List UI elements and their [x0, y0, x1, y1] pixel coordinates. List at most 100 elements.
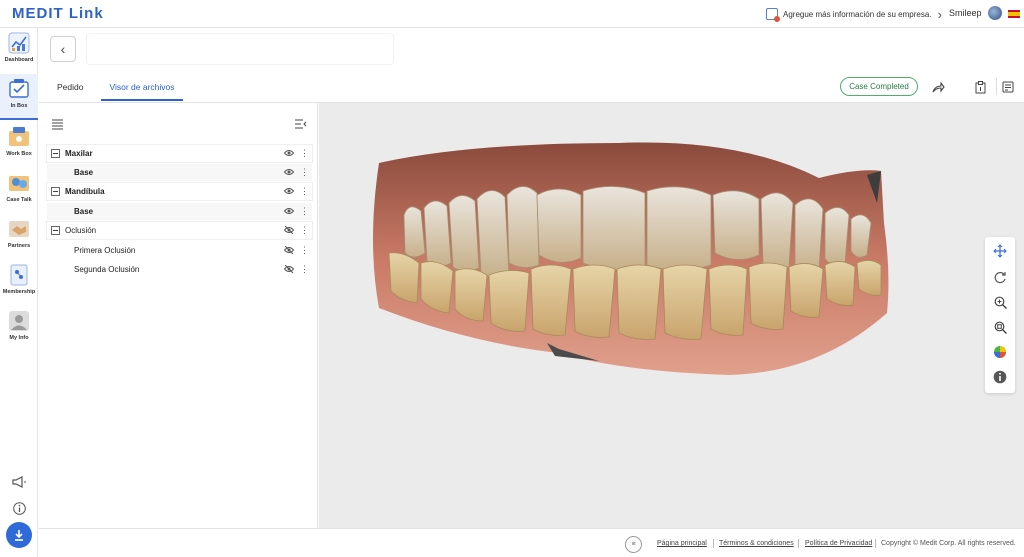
- app-logo[interactable]: MEDIT Link: [12, 5, 104, 22]
- avatar: [987, 6, 1002, 20]
- workbox-icon: [9, 127, 29, 146]
- tab-pedido[interactable]: Pedido: [49, 80, 83, 101]
- more-options-icon[interactable]: ⋮: [300, 244, 309, 256]
- nav-label: Work Box: [6, 151, 32, 157]
- tree-row-oclusion[interactable]: Oclusión ⋮: [47, 222, 312, 239]
- megaphone-icon[interactable]: [9, 472, 29, 492]
- rotate-icon[interactable]: [992, 269, 1008, 285]
- nav-item-casetalk[interactable]: Case Talk: [0, 168, 38, 212]
- info-icon[interactable]: [992, 369, 1008, 385]
- tree-row-label: Oclusión: [65, 226, 97, 235]
- move-icon[interactable]: [992, 243, 1008, 259]
- case-header: ‹ Pedido Visor de archivos Case Complete…: [39, 28, 1024, 103]
- tree-row-label: Primera Oclusión: [74, 246, 136, 255]
- membership-icon: [10, 264, 28, 286]
- more-options-icon[interactable]: ⋮: [300, 166, 309, 178]
- download-icon: [15, 530, 23, 541]
- nav-label: Membership: [2, 289, 36, 295]
- tab-bar: Pedido Visor de archivos: [49, 80, 183, 103]
- nav-item-workbox[interactable]: Work Box: [0, 122, 38, 166]
- company-info-text: Agregue más información de su empresa.: [783, 9, 932, 19]
- footer: ≡ Página principal Términos & condicione…: [39, 528, 1024, 557]
- tree-row-maxilar[interactable]: Maxilar ⋮: [47, 145, 312, 162]
- copyright-text: Copyright © Medit Corp. All rights reser…: [881, 540, 1016, 547]
- case-status-button[interactable]: Case Completed: [840, 77, 918, 96]
- viewer-toolbar: [985, 237, 1015, 393]
- tree-row-label: Base: [74, 207, 94, 216]
- nav-item-membership[interactable]: Membership: [0, 260, 38, 304]
- more-options-icon[interactable]: ⋮: [300, 224, 309, 236]
- tree-row-label: Mandíbula: [65, 187, 105, 196]
- user-name: Smileep: [949, 8, 982, 18]
- download-button[interactable]: [6, 522, 32, 548]
- user-menu[interactable]: Smileep: [949, 6, 1002, 20]
- tree-row-mandibula-base[interactable]: Base ⋮: [47, 203, 312, 220]
- case-title-field: [87, 34, 393, 64]
- collapse-toggle-icon[interactable]: [51, 149, 60, 158]
- note-icon[interactable]: [1001, 80, 1015, 94]
- eye-icon[interactable]: [284, 168, 294, 176]
- nav-label: Case Talk: [6, 197, 32, 203]
- eye-icon[interactable]: [284, 149, 294, 157]
- nav-label: In Box: [10, 103, 28, 109]
- myinfo-icon: [9, 311, 29, 331]
- medit-badge-icon: ≡: [625, 536, 642, 553]
- tree-row-label: Base: [74, 168, 94, 177]
- divider: [713, 539, 714, 548]
- nav-item-myinfo[interactable]: My Info: [0, 306, 38, 350]
- info-icon[interactable]: [9, 498, 29, 518]
- nav-label: Dashboard: [4, 57, 34, 63]
- tree-row-segunda-oclusion[interactable]: Segunda Oclusión ⋮: [47, 261, 312, 278]
- casetalk-icon: [9, 176, 29, 191]
- file-tree-panel: Maxilar ⋮ Base ⋮ Mandíbula ⋮ Base ⋮ Oclu…: [39, 103, 318, 528]
- color-map-icon[interactable]: [992, 344, 1008, 360]
- eye-off-icon[interactable]: [284, 246, 294, 254]
- eye-icon[interactable]: [284, 207, 294, 215]
- tree-row-mandibula[interactable]: Mandíbula ⋮: [47, 183, 312, 200]
- zoom-in-icon[interactable]: [992, 294, 1008, 310]
- collapse-toggle-icon[interactable]: [51, 226, 60, 235]
- more-options-icon[interactable]: ⋮: [300, 205, 309, 217]
- tab-visor-de-archivos[interactable]: Visor de archivos: [101, 80, 183, 101]
- divider: [798, 539, 799, 548]
- divider: [996, 78, 997, 95]
- divider: [875, 539, 876, 548]
- dashboard-icon: [8, 32, 30, 54]
- chevron-right-icon: ›: [937, 6, 942, 22]
- footer-link-home[interactable]: Página principal: [657, 540, 707, 547]
- tree-row-maxilar-base[interactable]: Base ⋮: [47, 164, 312, 181]
- tree-row-label: Maxilar: [65, 149, 93, 158]
- more-options-icon[interactable]: ⋮: [300, 185, 309, 197]
- nav-item-partners[interactable]: Partners: [0, 214, 38, 258]
- language-flag-icon[interactable]: [1008, 10, 1020, 18]
- tree-row-primera-oclusion[interactable]: Primera Oclusión ⋮: [47, 242, 312, 259]
- clipboard-icon[interactable]: [973, 80, 987, 94]
- footer-link-terms[interactable]: Términos & condiciones: [719, 540, 794, 547]
- nav-label: My Info: [9, 335, 29, 341]
- dental-scan-model[interactable]: [319, 103, 1024, 528]
- 3d-viewport[interactable]: [319, 103, 1024, 528]
- zoom-fit-icon[interactable]: [992, 319, 1008, 335]
- eye-off-icon[interactable]: [284, 265, 294, 273]
- back-button[interactable]: ‹: [50, 36, 76, 62]
- nav-item-dashboard[interactable]: Dashboard: [0, 28, 38, 72]
- nav-label: Partners: [7, 243, 31, 249]
- list-view-icon[interactable]: [51, 118, 63, 130]
- collapse-panel-icon[interactable]: [295, 118, 307, 130]
- company-info-notice[interactable]: Agregue más información de su empresa. ›: [766, 4, 942, 24]
- more-options-icon[interactable]: ⋮: [300, 147, 309, 159]
- nav-item-inbox[interactable]: In Box: [0, 74, 38, 120]
- side-nav: Dashboard In Box Work Box Case Talk Part…: [0, 28, 38, 557]
- eye-off-icon[interactable]: [284, 226, 294, 234]
- top-bar: MEDIT Link Agregue más información de su…: [0, 0, 1024, 28]
- collapse-toggle-icon[interactable]: [51, 187, 60, 196]
- chevron-left-icon: ‹: [60, 41, 66, 57]
- more-options-icon[interactable]: ⋮: [300, 263, 309, 275]
- inbox-icon: [9, 79, 29, 98]
- tree-row-label: Segunda Oclusión: [74, 265, 140, 274]
- partners-icon: [9, 221, 29, 237]
- share-icon[interactable]: [931, 80, 945, 94]
- company-info-icon: [766, 8, 780, 22]
- footer-link-privacy[interactable]: Política de Privacidad: [805, 540, 872, 547]
- eye-icon[interactable]: [284, 187, 294, 195]
